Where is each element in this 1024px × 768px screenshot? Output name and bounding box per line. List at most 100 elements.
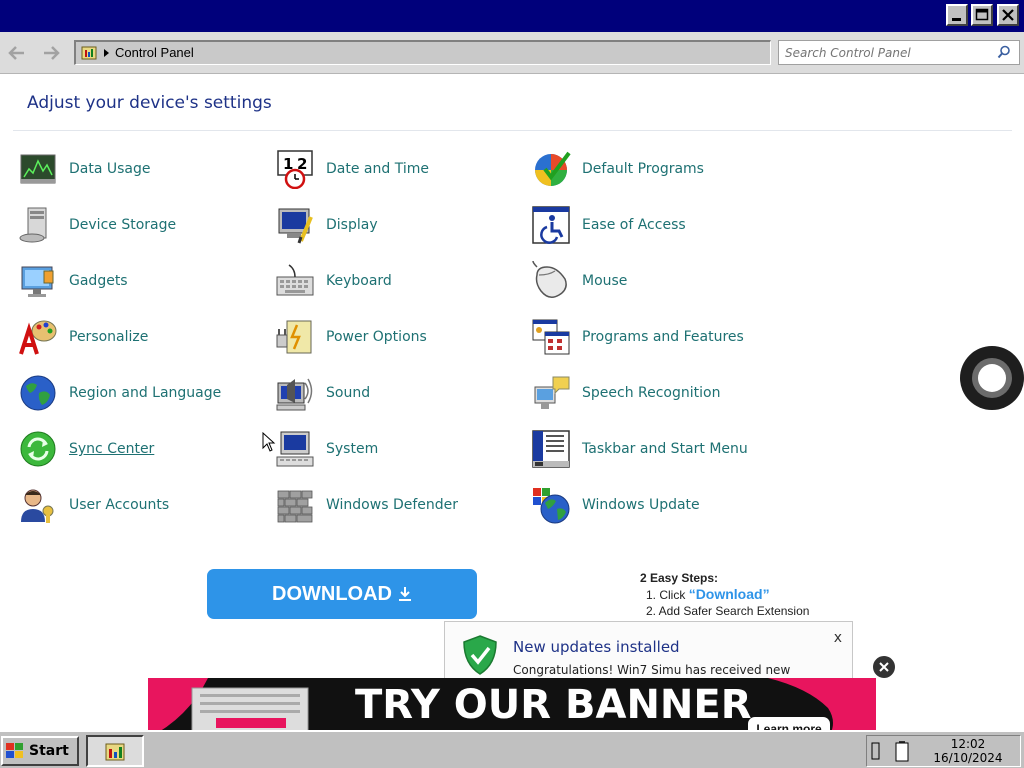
globe-icon — [20, 375, 56, 411]
gadgets-icon — [21, 266, 54, 297]
item-gadgets[interactable]: Gadgets — [18, 259, 128, 303]
item-label: Personalize — [69, 329, 149, 345]
item-system[interactable]: System — [275, 427, 378, 471]
programs-features-icon — [532, 319, 570, 355]
item-label: Sync Center — [69, 441, 155, 457]
item-device-storage[interactable]: Device Storage — [18, 203, 176, 247]
item-label: User Accounts — [69, 497, 170, 513]
item-speech-recognition[interactable]: Speech Recognition — [531, 371, 720, 415]
notification-close-button[interactable]: x — [834, 630, 842, 646]
navigation-bar: Control Panel — [0, 32, 1024, 74]
data-usage-icon — [20, 154, 56, 184]
item-sync-center[interactable]: Sync Center — [18, 427, 154, 471]
step2: 2. Add Safer Search Extension — [646, 604, 810, 618]
download-label: DOWNLOAD — [272, 582, 392, 605]
item-programs-features[interactable]: Programs and Features — [531, 315, 744, 359]
item-label: Programs and Features — [582, 329, 744, 345]
step1-download-link[interactable]: “Download” — [689, 586, 770, 602]
floating-center — [978, 364, 1006, 392]
power-options-icon — [276, 320, 312, 354]
item-sound[interactable]: Sound — [275, 371, 370, 415]
download-button[interactable]: DOWNLOAD — [207, 569, 477, 619]
item-mouse[interactable]: Mouse — [531, 259, 627, 303]
device-storage-icon — [19, 207, 47, 243]
windows-defender-icon — [277, 490, 313, 523]
clock-date[interactable]: 16/10/2024 — [923, 751, 1013, 765]
download-icon — [398, 587, 411, 601]
keyboard-icon — [276, 264, 314, 296]
ad-close-button[interactable] — [871, 654, 897, 680]
maximize-icon — [975, 8, 989, 21]
close-icon — [879, 662, 889, 672]
item-user-accounts[interactable]: User Accounts — [18, 483, 169, 527]
start-label: Start — [29, 743, 69, 759]
item-personalize[interactable]: Personalize — [18, 315, 148, 359]
item-power-options[interactable]: Power Options — [275, 315, 427, 359]
address-bar[interactable]: Control Panel — [74, 40, 771, 65]
personalize-icon — [19, 320, 57, 355]
breadcrumb-arrow-icon — [104, 49, 109, 57]
date-time-icon: 12 — [277, 150, 313, 189]
item-windows-update[interactable]: Windows Update — [531, 483, 700, 527]
heading-divider — [13, 130, 1012, 131]
item-label: Device Storage — [69, 217, 177, 233]
item-label: Sound — [326, 385, 371, 401]
breadcrumb-control-panel[interactable]: Control Panel — [115, 45, 194, 60]
mouse-cursor-icon — [262, 432, 276, 452]
item-display[interactable]: Display — [275, 203, 378, 247]
sync-center-icon — [20, 431, 56, 467]
update-notification[interactable]: New updates installed Congratulations! W… — [444, 621, 853, 681]
close-button[interactable] — [997, 4, 1019, 26]
forward-arrow-icon — [44, 46, 60, 60]
notification-body: Congratulations! Win7 Simu has received … — [513, 663, 791, 677]
item-label: Power Options — [326, 329, 427, 345]
user-accounts-icon — [21, 489, 54, 523]
item-date-time[interactable]: 12 Date and Time — [275, 147, 429, 191]
item-keyboard[interactable]: Keyboard — [275, 259, 392, 303]
steps-title: 2 Easy Steps: — [640, 571, 719, 585]
clock-time[interactable]: 12:02 — [923, 737, 1013, 751]
shield-check-icon — [463, 635, 497, 675]
taskbar-start-icon — [532, 430, 570, 468]
item-label: Windows Defender — [326, 497, 459, 513]
back-button[interactable] — [6, 42, 28, 64]
item-region-language[interactable]: Region and Language — [18, 371, 221, 415]
taskbar: Start 12:02 16/10/2024 — [0, 730, 1024, 768]
item-windows-defender[interactable]: Windows Defender — [275, 483, 458, 527]
item-label: Keyboard — [326, 273, 392, 289]
display-icon — [278, 208, 313, 244]
windows-update-icon — [533, 488, 570, 524]
default-programs-icon — [535, 151, 571, 186]
maximize-button[interactable] — [971, 4, 993, 26]
ease-of-access-icon — [532, 206, 570, 244]
item-data-usage[interactable]: Data Usage — [18, 147, 151, 191]
sound-icon — [276, 378, 313, 411]
item-label: Speech Recognition — [582, 385, 721, 401]
item-label: Default Programs — [582, 161, 704, 177]
item-label: Display — [326, 217, 378, 233]
item-label: Gadgets — [69, 273, 128, 289]
item-label: Windows Update — [582, 497, 700, 513]
item-label: Taskbar and Start Menu — [582, 441, 748, 457]
search-input[interactable] — [785, 44, 985, 62]
start-button[interactable]: Start — [1, 736, 79, 766]
search-box[interactable] — [778, 40, 1020, 65]
item-label: Data Usage — [69, 161, 151, 177]
minimize-button[interactable] — [946, 4, 968, 26]
system-tray: 12:02 16/10/2024 — [866, 735, 1021, 767]
system-icon — [276, 431, 314, 467]
floating-assistive-button[interactable] — [960, 346, 1024, 410]
taskbar-control-panel[interactable] — [86, 735, 144, 767]
battery-icon[interactable] — [895, 740, 909, 762]
item-default-programs[interactable]: Default Programs — [531, 147, 704, 191]
item-label: Date and Time — [326, 161, 429, 177]
item-taskbar-start-menu[interactable]: Taskbar and Start Menu — [531, 427, 748, 471]
item-label: Ease of Access — [582, 217, 686, 233]
notification-title: New updates installed — [513, 638, 680, 656]
control-panel-small-icon — [81, 46, 97, 60]
forward-button[interactable] — [40, 42, 62, 64]
windows-logo-icon — [6, 743, 23, 758]
item-ease-of-access[interactable]: Ease of Access — [531, 203, 686, 247]
search-icon[interactable] — [997, 45, 1011, 59]
tray-icon[interactable] — [871, 742, 881, 760]
